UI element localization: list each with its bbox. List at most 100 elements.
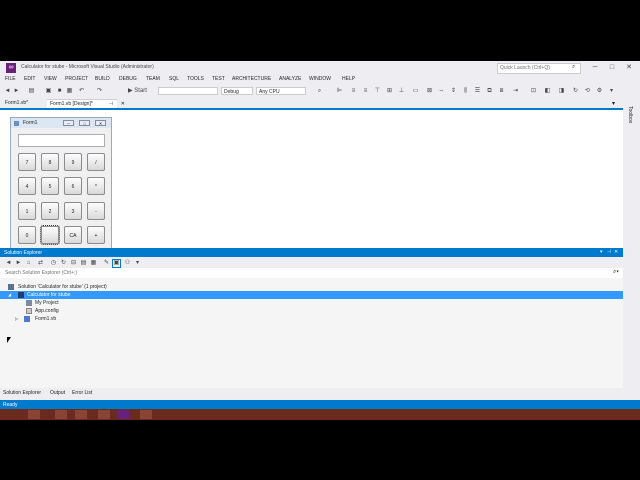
expander-expanded-icon[interactable]: ◢ bbox=[8, 291, 11, 299]
align-middle-icon[interactable]: ⊞ bbox=[386, 88, 393, 95]
taskbar-app-icon[interactable] bbox=[28, 410, 40, 419]
align-top-icon[interactable]: ⊤ bbox=[374, 88, 381, 95]
menu-tools[interactable]: TOOLS bbox=[187, 76, 204, 82]
bookmark-icon[interactable]: ◧ bbox=[544, 88, 551, 95]
pending-changes-icon[interactable]: ◷ bbox=[50, 260, 57, 267]
menu-analyze[interactable]: ANALYZE bbox=[279, 76, 301, 82]
calc-button-4[interactable]: 4 bbox=[18, 177, 36, 195]
size-to-grid-icon[interactable]: ⊠ bbox=[426, 88, 433, 95]
calc-button-add[interactable]: + bbox=[87, 226, 105, 244]
calc-button-multiply[interactable]: * bbox=[87, 177, 105, 195]
menu-help[interactable]: HELP bbox=[342, 76, 355, 82]
menu-window[interactable]: WINDOW bbox=[309, 76, 331, 82]
tab-error-list[interactable]: Error List bbox=[72, 390, 92, 396]
minimize-button[interactable]: ─ bbox=[588, 62, 602, 73]
calc-button-9[interactable]: 9 bbox=[64, 153, 82, 171]
find-icon[interactable]: ⌕ bbox=[316, 88, 323, 95]
overflow-icon[interactable]: ▾ bbox=[608, 88, 615, 95]
menu-team[interactable]: TEAM bbox=[146, 76, 160, 82]
toolbox-tab[interactable]: Toolbox bbox=[627, 106, 633, 123]
align-bottom-icon[interactable]: ⊥ bbox=[398, 88, 405, 95]
menu-edit[interactable]: EDIT bbox=[24, 76, 35, 82]
open-file-icon[interactable]: ▣ bbox=[45, 88, 52, 95]
solution-config-dropdown[interactable] bbox=[158, 87, 218, 95]
forward-icon[interactable]: ► bbox=[13, 88, 20, 95]
calc-button-divide[interactable]: / bbox=[87, 153, 105, 171]
send-to-back-icon[interactable]: ⧈ bbox=[498, 88, 505, 95]
save-all-icon[interactable]: ▦ bbox=[66, 88, 73, 95]
close-pane-icon[interactable]: ✕ bbox=[614, 249, 618, 255]
se-toolbar-overflow-icon[interactable]: ▾ bbox=[134, 260, 141, 267]
calc-button-subtract[interactable]: - bbox=[87, 202, 105, 220]
start-button[interactable]: ▶ Start bbox=[128, 88, 152, 95]
calc-button-6[interactable]: 6 bbox=[64, 177, 82, 195]
class-diagram-icon[interactable]: ⚇ bbox=[124, 260, 131, 267]
refresh-icon[interactable]: ↻ bbox=[572, 88, 579, 95]
new-project-icon[interactable]: ▤ bbox=[28, 88, 35, 95]
se-forward-icon[interactable]: ► bbox=[15, 260, 22, 267]
menu-sql[interactable]: SQL bbox=[169, 76, 179, 82]
sync-with-document-icon[interactable]: ⇄ bbox=[37, 260, 44, 267]
auto-hide-pin-icon[interactable]: ⊣ bbox=[607, 249, 611, 255]
tab-form1-code[interactable]: Form1.vb* bbox=[2, 99, 31, 108]
view-code-icon[interactable]: ▦ bbox=[90, 260, 97, 267]
back-icon[interactable]: ◄ bbox=[4, 88, 11, 95]
taskbar-app-icon[interactable] bbox=[98, 410, 110, 419]
align-right-icon[interactable]: ≡ bbox=[362, 88, 369, 95]
collapse-all-icon[interactable]: ⊟ bbox=[70, 260, 77, 267]
show-all-files-icon[interactable]: ▤ bbox=[80, 260, 87, 267]
calc-button-5[interactable]: 5 bbox=[41, 177, 59, 195]
maximize-button[interactable]: □ bbox=[605, 62, 619, 73]
close-button[interactable]: ✕ bbox=[622, 62, 636, 73]
taskbar-app-icon[interactable] bbox=[140, 410, 152, 419]
platform-dropdown[interactable]: Any CPU bbox=[256, 87, 306, 95]
calculator-display-textbox[interactable] bbox=[18, 134, 105, 147]
tab-order-icon[interactable]: ⇥ bbox=[512, 88, 519, 95]
form1-window[interactable]: Form1 ─ □ ✕ 7 8 9 / 4 5 6 * 1 2 3 - 0 CA… bbox=[10, 117, 112, 249]
calc-button-7[interactable]: 7 bbox=[18, 153, 36, 171]
home-icon[interactable]: ⌂ bbox=[25, 260, 32, 267]
calc-button-3[interactable]: 3 bbox=[64, 202, 82, 220]
menu-view[interactable]: VIEW bbox=[44, 76, 57, 82]
bring-to-front-icon[interactable]: ⧉ bbox=[486, 88, 493, 95]
save-icon[interactable]: ■ bbox=[56, 88, 63, 95]
taskbar-visual-studio-icon[interactable] bbox=[117, 410, 129, 419]
expander-collapsed-icon[interactable]: ▷ bbox=[15, 315, 18, 323]
configuration-dropdown[interactable]: Debug bbox=[221, 87, 253, 95]
calc-button-1[interactable]: 1 bbox=[18, 202, 36, 220]
tab-overflow-icon[interactable]: ▾ bbox=[612, 100, 615, 107]
se-back-icon[interactable]: ◄ bbox=[5, 260, 12, 267]
lock-controls-icon[interactable]: ⊡ bbox=[530, 88, 537, 95]
tab-output[interactable]: Output bbox=[50, 390, 65, 396]
properties-icon[interactable]: ✎ bbox=[103, 260, 110, 267]
calc-button-8[interactable]: 8 bbox=[41, 153, 59, 171]
menu-file[interactable]: FILE bbox=[5, 76, 16, 82]
taskbar-app-icon[interactable] bbox=[75, 410, 87, 419]
horizontal-spacing-icon[interactable]: ⇔ bbox=[438, 88, 445, 95]
undo-icon[interactable]: ↶ bbox=[78, 88, 85, 95]
same-size-icon[interactable]: ▭ bbox=[412, 88, 419, 95]
comment-icon[interactable]: ◨ bbox=[558, 88, 565, 95]
calc-button-clear[interactable]: CA bbox=[64, 226, 82, 244]
calc-button-2[interactable]: 2 bbox=[41, 202, 59, 220]
settings-icon[interactable]: ⚙ bbox=[596, 88, 603, 95]
calc-button-selected[interactable] bbox=[40, 225, 60, 245]
menu-project[interactable]: PROJECT bbox=[65, 76, 88, 82]
tab-form1-design[interactable]: Form1.vb [Design]* ⊣ ✕ bbox=[47, 99, 125, 108]
center-horizontally-icon[interactable]: ⫼ bbox=[462, 88, 469, 95]
menu-test[interactable]: TEST bbox=[212, 76, 225, 82]
center-vertically-icon[interactable]: ☰ bbox=[474, 88, 481, 95]
menu-build[interactable]: BUILD bbox=[95, 76, 110, 82]
refresh-icon[interactable]: ↻ bbox=[60, 260, 67, 267]
vertical-spacing-icon[interactable]: ⇕ bbox=[450, 88, 457, 95]
sync-icon[interactable]: ⟲ bbox=[584, 88, 591, 95]
align-center-icon[interactable]: ≡ bbox=[350, 88, 357, 95]
redo-icon[interactable]: ↷ bbox=[96, 88, 103, 95]
calc-button-0[interactable]: 0 bbox=[18, 226, 36, 244]
taskbar-app-icon[interactable] bbox=[55, 410, 67, 419]
menu-architecture[interactable]: ARCHITECTURE bbox=[232, 76, 271, 82]
search-icon[interactable]: ⌕▾ bbox=[613, 269, 619, 276]
view-designer-icon[interactable]: ▣ bbox=[112, 259, 121, 268]
quick-launch-input[interactable]: Quick Launch (Ctrl+Q) ⌕ bbox=[497, 63, 581, 74]
align-left-icon[interactable]: ⊫ bbox=[336, 88, 343, 95]
